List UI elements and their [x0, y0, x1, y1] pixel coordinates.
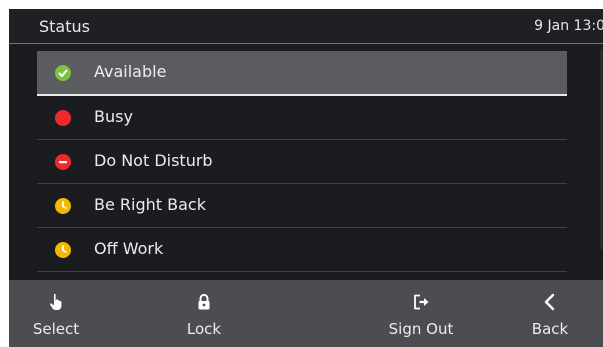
- page-title: Status: [39, 17, 90, 36]
- sign-out-icon: [414, 294, 429, 310]
- softkey-bar: Select Lock Sign Out Back: [9, 280, 603, 347]
- do-not-disturb-icon: [55, 154, 71, 170]
- status-label: Off Work: [94, 239, 164, 258]
- hand-pointer-icon: [50, 293, 62, 310]
- lock-icon: [198, 293, 210, 310]
- phone-screen: Status 9 Jan 13:0 Available Busy Do Not …: [9, 9, 603, 347]
- status-item-do-not-disturb[interactable]: Do Not Disturb: [37, 140, 567, 184]
- clock-icon: [55, 198, 71, 214]
- status-label: Do Not Disturb: [94, 151, 213, 170]
- softkey-label: Select: [32, 320, 80, 338]
- status-item-off-work[interactable]: Off Work: [37, 228, 567, 272]
- status-item-busy[interactable]: Busy: [37, 96, 567, 140]
- date-time: 9 Jan 13:0: [534, 18, 603, 34]
- lock-softkey[interactable]: Lock: [179, 280, 229, 347]
- clock-icon: [55, 242, 71, 258]
- chevron-left-icon: [544, 293, 555, 311]
- status-item-be-right-back[interactable]: Be Right Back: [37, 184, 567, 228]
- softkey-label: Back: [531, 320, 569, 338]
- back-softkey[interactable]: Back: [525, 280, 575, 347]
- softkey-label: Lock: [186, 320, 222, 338]
- softkey-label: Sign Out: [388, 320, 454, 338]
- status-item-available[interactable]: Available: [37, 51, 567, 96]
- status-label: Be Right Back: [94, 195, 206, 214]
- status-list: Available Busy Do Not Disturb Be Right B…: [37, 51, 567, 272]
- available-check-icon: [55, 65, 71, 81]
- sign-out-softkey[interactable]: Sign Out: [383, 280, 459, 347]
- busy-dot-icon: [55, 110, 71, 126]
- status-label: Available: [94, 62, 167, 81]
- title-bar: Status 9 Jan 13:0: [9, 9, 603, 44]
- status-label: Busy: [94, 107, 133, 126]
- select-softkey[interactable]: Select: [31, 280, 81, 347]
